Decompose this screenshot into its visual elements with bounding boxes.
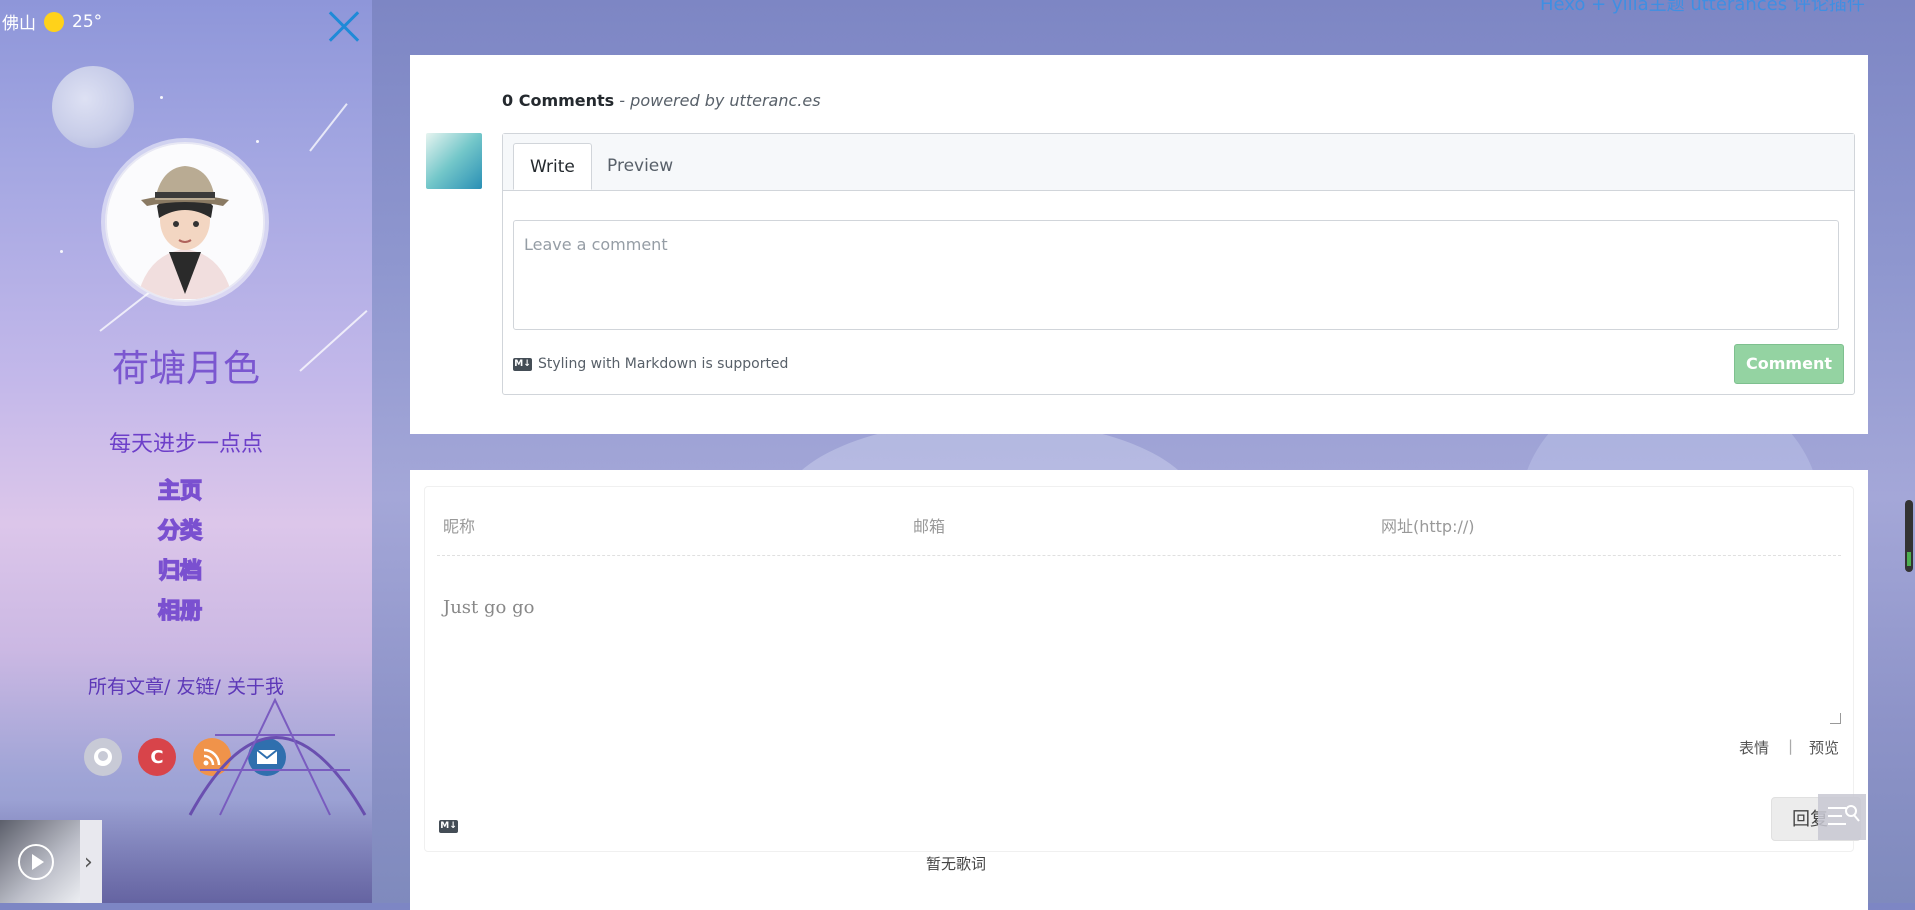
dome-decoration bbox=[188, 697, 367, 816]
comment-tabs: Write Preview bbox=[503, 134, 1854, 191]
sidebar-nav: 主页 分类 归档 相册 bbox=[150, 472, 210, 632]
preview-button[interactable]: 预览 bbox=[1809, 737, 1839, 758]
weather-city: 佛山 bbox=[2, 14, 36, 34]
markdown-note-text[interactable]: Styling with Markdown is supported bbox=[538, 356, 788, 372]
sidebar: 佛山 25° 荷塘月色 每天进步一点点 主页 分类 归档 相册 所有文章/ 友链… bbox=[0, 0, 372, 903]
comment-textarea[interactable]: Just go go bbox=[443, 597, 534, 618]
avatar[interactable] bbox=[105, 142, 265, 302]
user-avatar[interactable] bbox=[426, 133, 482, 189]
site-title[interactable]: 荷塘月色 bbox=[0, 338, 372, 392]
star-decoration bbox=[60, 250, 63, 253]
action-separator: | bbox=[1788, 737, 1794, 755]
nav-home[interactable]: 主页 bbox=[150, 472, 210, 512]
all-posts-link[interactable]: 所有文章/ bbox=[88, 676, 170, 698]
divider bbox=[437, 555, 1841, 556]
toc-line bbox=[1828, 815, 1842, 817]
nav-categories[interactable]: 分类 bbox=[150, 512, 210, 552]
tab-write[interactable]: Write bbox=[513, 143, 592, 190]
comment-textarea[interactable]: Leave a comment bbox=[513, 220, 1839, 330]
comment-form: Write Preview Leave a comment M↓ Styling… bbox=[502, 133, 1855, 395]
comment-count: 0 Comments - powered by utteranc.es bbox=[502, 91, 821, 110]
markdown-icon: M↓ bbox=[513, 357, 532, 371]
github-icon[interactable] bbox=[84, 738, 122, 776]
emoji-button[interactable]: 表情 bbox=[1739, 737, 1769, 758]
avatar-illustration bbox=[107, 144, 263, 300]
comment-button[interactable]: Comment bbox=[1734, 344, 1844, 384]
sun-icon bbox=[44, 11, 64, 32]
chevron-right-icon[interactable]: › bbox=[84, 850, 93, 875]
music-player: › bbox=[0, 820, 102, 903]
search-icon bbox=[1845, 805, 1860, 822]
tab-preview[interactable]: Preview bbox=[591, 143, 689, 190]
nav-gallery[interactable]: 相册 bbox=[150, 592, 210, 632]
markdown-glyph: M↓ bbox=[439, 820, 458, 833]
shooting-star-decoration bbox=[309, 103, 348, 152]
nav-archives[interactable]: 归档 bbox=[150, 552, 210, 592]
star-decoration bbox=[256, 140, 259, 143]
star-decoration bbox=[160, 96, 163, 99]
resize-handle[interactable] bbox=[1830, 713, 1841, 724]
email-input[interactable]: 邮箱 bbox=[913, 513, 945, 537]
utterances-card: 0 Comments - powered by utteranc.es Writ… bbox=[410, 55, 1868, 434]
close-icon[interactable] bbox=[322, 4, 366, 48]
comment-count-label: 0 Comments bbox=[502, 91, 615, 110]
toc-icon[interactable] bbox=[1818, 794, 1866, 840]
github-glyph bbox=[94, 748, 112, 766]
url-input[interactable]: 网址(http://) bbox=[1381, 513, 1475, 537]
markdown-note: M↓ Styling with Markdown is supported bbox=[513, 356, 788, 372]
play-icon[interactable] bbox=[18, 844, 54, 880]
valine-card: 昵称 邮箱 网址(http://) Just go go 表情 | 预览 M↓ … bbox=[410, 470, 1868, 910]
weather-widget: 佛山 25° bbox=[2, 9, 102, 34]
nick-input[interactable]: 昵称 bbox=[443, 513, 475, 537]
scrollbar[interactable] bbox=[1905, 500, 1913, 572]
weather-temp: 25° bbox=[72, 11, 103, 32]
moon-decoration bbox=[52, 66, 134, 148]
csdn-icon[interactable]: C bbox=[138, 738, 176, 776]
lyric-text: 暂无歌词 bbox=[926, 855, 987, 873]
valine-form: 昵称 邮箱 网址(http://) Just go go 表情 | 预览 M↓ … bbox=[424, 486, 1861, 852]
markdown-icon[interactable]: M↓ bbox=[439, 813, 458, 833]
powered-by[interactable]: - powered by utteranc.es bbox=[619, 91, 820, 110]
top-link[interactable]: Hexo + yilia主题 utterances 评论插件 bbox=[1540, 0, 1865, 16]
csdn-glyph: C bbox=[150, 746, 164, 768]
site-subtitle: 每天进步一点点 bbox=[108, 432, 263, 457]
